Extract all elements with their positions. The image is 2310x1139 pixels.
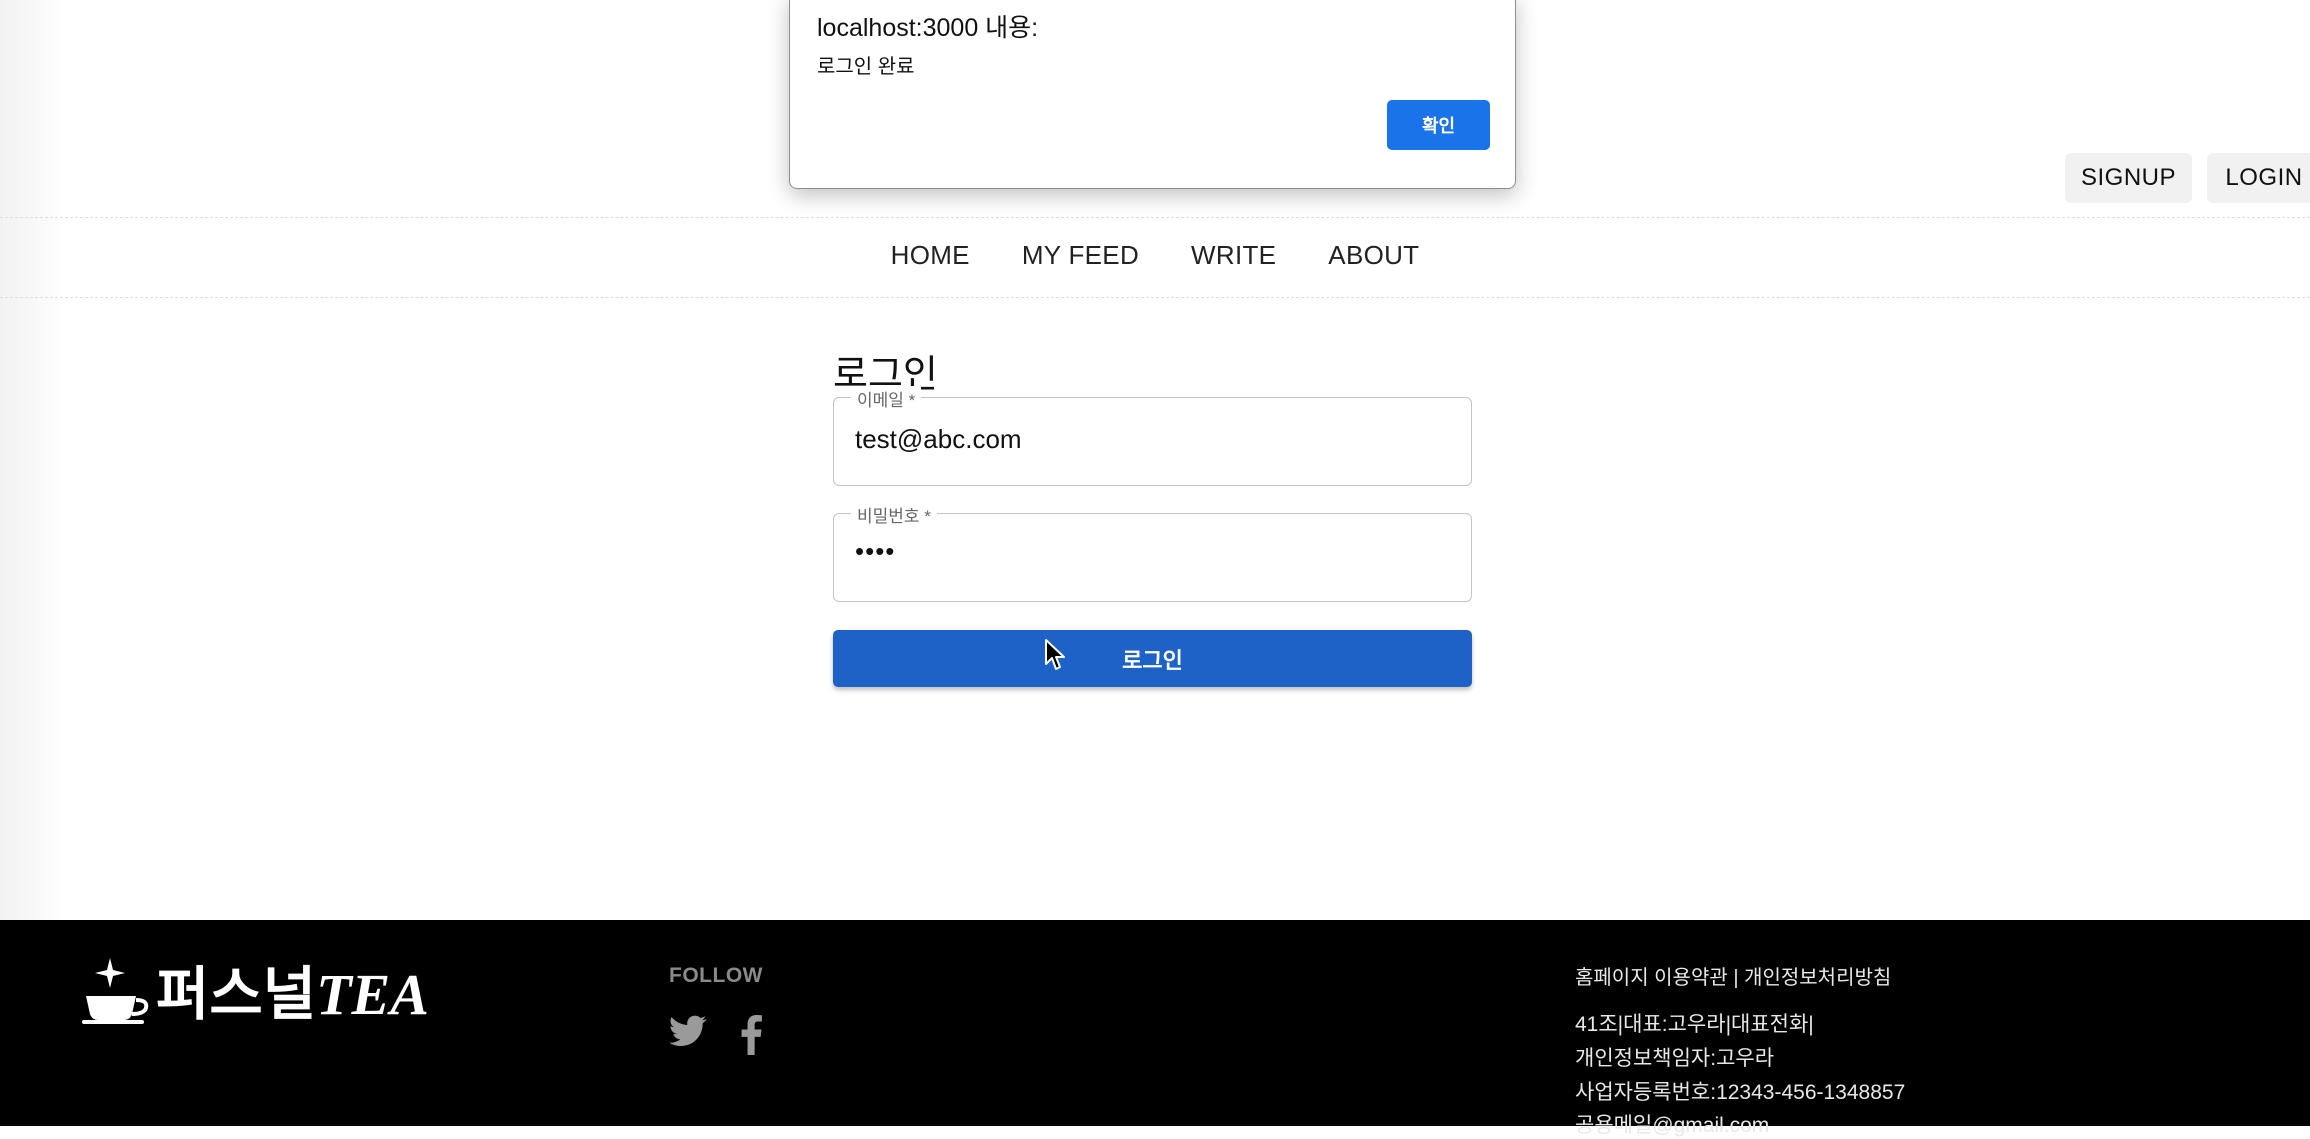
alert-ok-button[interactable]: 확인 [1387,100,1490,150]
password-input[interactable]: •••• [855,536,1445,567]
nav-item-write[interactable]: WRITE [1191,240,1276,271]
password-field[interactable]: 비밀번호 * •••• [833,502,1472,602]
nav-divider-top [0,217,2310,218]
nav-divider-bottom [0,297,2310,298]
link-separator: | [1727,967,1745,989]
follow-heading: FOLLOW [669,964,763,987]
logo-text: 퍼스널TEA [156,963,429,1026]
alert-message: 로그인 완료 [817,56,915,78]
nav-item-home[interactable]: HOME [891,240,970,271]
company-info-line: 공용메일@gmail.com [1575,1114,1770,1137]
page-edge-shade [0,0,64,920]
footer: 퍼스널TEA FOLLOW 홈페이지 이용약관 | 개인정보처리방침 41조|대… [0,920,2310,1137]
email-label: 이메일 * [851,386,922,411]
facebook-icon[interactable] [738,1015,764,1055]
nav-item-about[interactable]: ABOUT [1328,240,1419,271]
login-button[interactable]: LOGIN [2207,153,2310,203]
email-input[interactable]: test@abc.com [855,424,1445,455]
company-info-line: 사업자등록번호:12343-456-1348857 [1575,1081,1906,1104]
main-nav: HOME MY FEED WRITE ABOUT [0,240,2310,271]
logo-tea: TEA [316,962,429,1027]
twitter-icon[interactable] [668,1015,708,1049]
password-label: 비밀번호 * [851,502,937,527]
signup-button[interactable]: SIGNUP [2065,153,2192,203]
company-info-line: 41조|대표:고우라|대표전화| [1575,1013,1814,1036]
alert-dialog: localhost:3000 내용: 로그인 완료 확인 [789,0,1516,189]
login-submit-button[interactable]: 로그인 [833,630,1472,687]
teacup-icon [82,958,149,1024]
nav-item-my-feed[interactable]: MY FEED [1022,240,1139,271]
mouse-cursor-icon [1045,639,1065,670]
footer-links: 홈페이지 이용약관 | 개인정보처리방침 [1575,961,1891,990]
logo-korean: 퍼스널 [156,960,317,1028]
email-field[interactable]: 이메일 * test@abc.com [833,386,1472,486]
company-info-line: 개인정보책임자:고우라 [1575,1047,1775,1070]
privacy-link[interactable]: 개인정보처리방침 [1744,967,1891,989]
brand-logo[interactable]: 퍼스널TEA [80,956,429,1026]
terms-link[interactable]: 홈페이지 이용약관 [1575,967,1728,989]
alert-title: localhost:3000 내용: [817,14,1039,42]
